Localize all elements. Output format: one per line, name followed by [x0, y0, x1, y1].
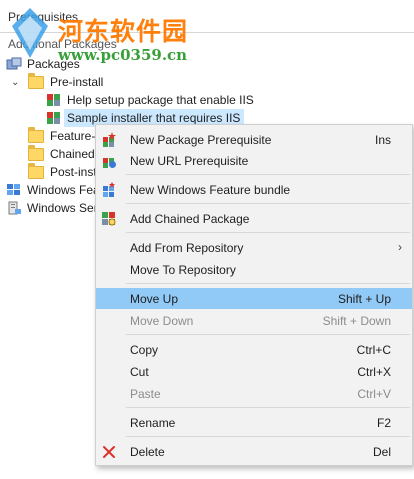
menu-item-rename[interactable]: Rename F2: [96, 412, 412, 433]
menu-item-cut[interactable]: Cut Ctrl+X: [96, 361, 412, 382]
windows-feature-icon: [103, 182, 115, 197]
menu-item-add-chained[interactable]: Add Chained Package: [96, 208, 412, 229]
menu-item-shortcut: Ctrl+V: [357, 387, 391, 401]
context-menu: New Package Prerequisite Ins New URL Pre…: [95, 124, 413, 466]
menu-item-paste[interactable]: Paste Ctrl+V: [96, 383, 412, 404]
delete-icon: [103, 446, 115, 458]
menu-separator: [126, 203, 410, 204]
menu-item-label: Move Up: [130, 292, 179, 306]
menu-separator: [126, 407, 410, 408]
menu-item-label: Move Down: [130, 314, 194, 328]
folder-icon: [28, 72, 44, 89]
tree-item-packages[interactable]: Packages: [6, 55, 80, 73]
chained-package-icon: [102, 212, 116, 226]
tree-item-post-install[interactable]: Post-inst: [28, 162, 97, 181]
menu-item-add-from-repository[interactable]: Add From Repository ›: [96, 237, 412, 258]
tree-item-label: Pre-install: [50, 75, 104, 89]
menu-item-new-windows-feature[interactable]: New Windows Feature bundle: [96, 179, 412, 200]
tree-item-feature[interactable]: Feature-b: [28, 126, 102, 145]
folder-icon: [28, 144, 44, 161]
menu-separator: [126, 232, 410, 233]
menu-item-shortcut: Ctrl+X: [357, 365, 391, 379]
menu-item-label: Move To Repository: [130, 263, 236, 277]
tree-item-chained[interactable]: Chained: [28, 144, 95, 163]
menu-item-copy[interactable]: Copy Ctrl+C: [96, 339, 412, 360]
tree-item-windows-server[interactable]: Windows Ser: [6, 199, 98, 217]
package-icon: [47, 112, 60, 124]
new-url-icon: [103, 158, 116, 168]
menu-item-shortcut: Shift + Up: [337, 292, 391, 306]
folder-icon: [28, 126, 44, 143]
menu-item-label: Cut: [130, 365, 149, 379]
tree-item-label: Packages: [27, 57, 80, 71]
menu-item-shortcut: Ctrl+C: [356, 343, 391, 357]
section-subtitle: Additional Packages: [8, 37, 117, 51]
menu-item-label: Rename: [130, 416, 176, 430]
menu-item-move-to-repository[interactable]: Move To Repository: [96, 259, 412, 280]
menu-item-label: New Package Prerequisite: [130, 133, 272, 147]
package-icon: [47, 94, 60, 106]
tree-item-pre-install[interactable]: Pre-install: [28, 72, 104, 91]
tree-item-label: Sample installer that requires IIS: [67, 111, 241, 125]
menu-item-label: Delete: [130, 445, 165, 459]
menu-separator: [126, 436, 410, 437]
tree-item-label: Windows Ser: [27, 201, 98, 215]
menu-item-label: New Windows Feature bundle: [130, 183, 291, 197]
packages-icon: [6, 57, 22, 70]
menu-item-move-up[interactable]: Move Up Shift + Up: [96, 288, 412, 309]
menu-item-label: Paste: [130, 387, 161, 401]
windows-features-icon: [7, 184, 20, 195]
menu-separator: [126, 334, 410, 335]
new-package-icon: [103, 132, 116, 147]
tree-item-help-setup[interactable]: Help setup package that enable IIS: [46, 91, 254, 109]
menu-item-label: New URL Prerequisite: [130, 154, 249, 168]
menu-item-new-package[interactable]: New Package Prerequisite Ins: [96, 129, 412, 150]
menu-item-label: Add From Repository: [130, 241, 244, 255]
menu-item-move-down[interactable]: Move Down Shift + Down: [96, 310, 412, 331]
tree-item-label: Help setup package that enable IIS: [67, 93, 254, 107]
menu-item-shortcut: Del: [372, 445, 391, 459]
menu-separator: [126, 283, 410, 284]
chevron-down-icon[interactable]: ⌄: [11, 78, 21, 88]
section-title: Prerequisites: [8, 10, 79, 24]
menu-item-delete[interactable]: Delete Del: [96, 441, 412, 462]
menu-item-shortcut: F2: [376, 416, 391, 430]
tree-item-label: Post-inst: [50, 165, 97, 179]
menu-item-label: Add Chained Package: [130, 212, 250, 226]
windows-server-icon: [8, 201, 21, 215]
submenu-arrow-icon: ›: [398, 240, 402, 254]
menu-item-shortcut: Ins: [374, 133, 391, 147]
menu-item-shortcut: Shift + Down: [322, 314, 391, 328]
folder-icon: [28, 162, 44, 179]
menu-separator: [126, 174, 410, 175]
header-divider: [0, 32, 414, 33]
menu-item-label: Copy: [130, 343, 159, 357]
menu-item-new-url[interactable]: New URL Prerequisite: [96, 150, 412, 171]
tree-item-label: Chained: [50, 147, 95, 161]
